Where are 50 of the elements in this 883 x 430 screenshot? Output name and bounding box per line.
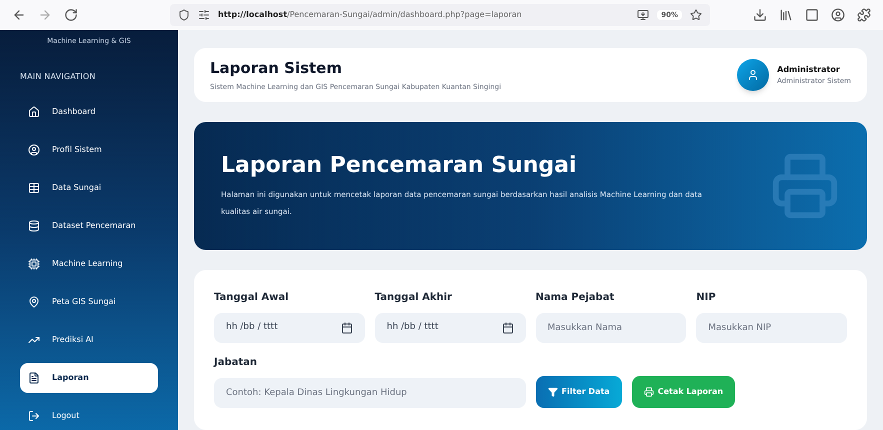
table-icon [28,182,40,194]
reload-icon[interactable] [64,8,78,22]
field-label: Nama Pejabat [536,291,616,305]
reader-icon [637,9,650,21]
extensions-icon[interactable] [857,8,871,22]
printer-icon [644,387,654,397]
nav-item[interactable]: Logout [20,400,158,430]
filter-button[interactable]: Filter Data [536,376,622,408]
nav-item[interactable]: Dashboard [20,96,158,126]
filter-icon [548,387,558,397]
input-field[interactable]: Masukkan NIP [696,313,847,343]
date-field[interactable]: hh /bb / tttt [214,313,365,343]
field-label: Jabatan [214,356,258,370]
field-label: Tanggal Awal [214,291,290,305]
section-heading: MAIN NAVIGATION [20,70,97,82]
user-circle-icon [28,144,40,156]
permissions-icon [198,9,210,21]
field-label: Tanggal Akhir [374,291,453,305]
field-label: NIP [696,291,717,305]
date-field[interactable]: hh /bb / tttt [374,313,526,343]
shield-icon [178,9,190,21]
hero-title: Laporan Pencemaran Sungai [221,152,578,180]
input-field[interactable]: Masukkan Nama [536,313,686,343]
user-icon [747,68,760,81]
nav-item[interactable]: Machine Learning [20,248,158,278]
logout-icon [28,410,40,422]
nav-item[interactable]: Laporan [20,362,158,392]
star-icon[interactable] [690,9,702,21]
calendar-icon [502,322,514,334]
library-icon[interactable] [779,8,793,22]
nav-item[interactable]: Dataset Pencemaran [20,210,158,240]
map-pin-icon [28,296,40,308]
sidebar-icon[interactable] [805,8,819,22]
account-icon[interactable] [831,8,845,22]
nav-item[interactable]: Data Sungai [20,172,158,202]
nav-item[interactable]: Profil Sistem [20,134,158,164]
home-icon [28,106,40,118]
document-icon [28,372,40,384]
url-text: http://localhost/Pencemaran-Sungai/admin/dashboard.php?page=laporan [218,9,522,21]
calendar-icon [340,322,353,334]
page-title: Laporan Sistem [210,58,343,79]
database-icon [28,220,40,232]
nav-item[interactable]: Prediksi AI [20,324,158,354]
chip-icon [28,258,40,270]
download-icon[interactable] [753,8,767,22]
user-name: Administrator [777,64,841,76]
nav-item[interactable]: Peta GIS Sungai [20,286,158,316]
input-field[interactable]: Contoh: Kepala Dinas Lingkungan Hidup [214,378,526,408]
back-icon[interactable] [12,8,26,22]
avatar[interactable] [737,58,770,91]
